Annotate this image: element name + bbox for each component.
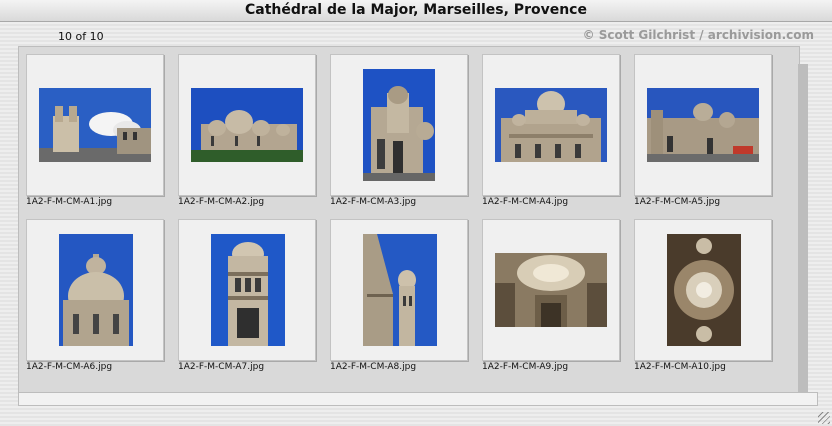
copyright-credit: © Scott Gilchrist / archivision.com (582, 28, 814, 42)
thumbnail-card[interactable] (330, 54, 468, 196)
window-title: Cathédral de la Major, Marseilles, Prove… (0, 0, 832, 22)
thumbnail-image[interactable] (363, 69, 435, 181)
resize-grip-icon[interactable] (818, 412, 830, 424)
thumbnail-card[interactable] (178, 54, 316, 196)
thumbnail-filename: 1A2-F-M-CM-A5.jpg (634, 197, 721, 207)
thumbnail-filename: 1A2-F-M-CM-A1.jpg (26, 197, 113, 207)
thumbnail-image[interactable] (39, 88, 151, 162)
thumbnail-image[interactable] (59, 234, 133, 346)
thumbnail-card[interactable] (634, 219, 772, 361)
thumbnail-image[interactable] (363, 234, 437, 346)
thumbnail-card[interactable] (482, 54, 620, 196)
thumbnail-filename: 1A2-F-M-CM-A3.jpg (330, 197, 417, 207)
thumbnail-filename: 1A2-F-M-CM-A9.jpg (482, 362, 569, 372)
thumbnail-card[interactable] (26, 219, 164, 361)
horizontal-scrollbar[interactable] (18, 392, 818, 406)
thumbnail-image[interactable] (211, 234, 285, 346)
thumbnail-filename: 1A2-F-M-CM-A10.jpg (634, 362, 726, 372)
thumbnail-image[interactable] (191, 88, 303, 162)
vertical-scrollbar[interactable] (798, 64, 808, 394)
thumbnail-card[interactable] (634, 54, 772, 196)
thumbnail-card[interactable] (26, 54, 164, 196)
thumbnail-image[interactable] (495, 253, 607, 327)
thumbnail-filename: 1A2-F-M-CM-A8.jpg (330, 362, 417, 372)
thumbnail-filename: 1A2-F-M-CM-A6.jpg (26, 362, 113, 372)
thumbnail-filename: 1A2-F-M-CM-A4.jpg (482, 197, 569, 207)
thumbnail-image[interactable] (495, 88, 607, 162)
thumbnail-image[interactable] (667, 234, 741, 346)
thumbnail-filename: 1A2-F-M-CM-A2.jpg (178, 197, 265, 207)
thumbnail-card[interactable] (330, 219, 468, 361)
thumbnail-card[interactable] (482, 219, 620, 361)
image-count: 10 of 10 (58, 30, 104, 43)
thumbnail-filename: 1A2-F-M-CM-A7.jpg (178, 362, 265, 372)
thumbnail-image[interactable] (647, 88, 759, 162)
thumbnail-card[interactable] (178, 219, 316, 361)
